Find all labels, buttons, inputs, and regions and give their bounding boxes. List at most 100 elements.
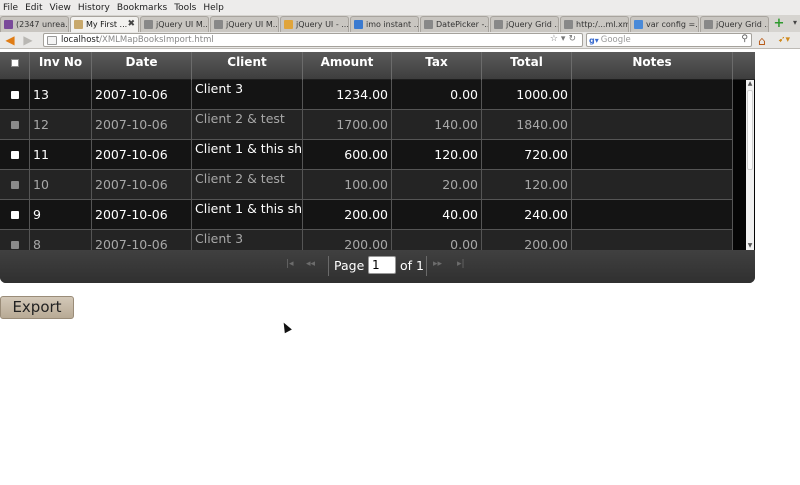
tab-list-icon[interactable]: ▾ (793, 18, 797, 27)
url-bar[interactable]: localhost/XMLMapBooksImport.html ☆▾↻ (43, 33, 583, 47)
browser-tab[interactable]: jQuery UI M... (210, 16, 279, 32)
page-number-input[interactable]: 1 (368, 256, 396, 274)
next-page-icon[interactable]: ▸▸ (433, 259, 442, 269)
cell-tax: 0.00 (392, 230, 482, 250)
column-header-client[interactable]: Client (192, 52, 303, 80)
column-header-notes[interactable]: Notes (572, 52, 733, 80)
cell-date: 2007-10-06 (92, 110, 192, 140)
scrollbar-thumb[interactable] (747, 90, 753, 170)
tab-label: jQuery UI - ... (296, 20, 349, 29)
browser-tab[interactable]: imo instant ... (350, 16, 419, 32)
cell-client: Client 2 & test (192, 110, 303, 140)
browser-tab[interactable]: jQuery UI M... (140, 16, 209, 32)
tab-strip: (2347 unrea... My First ... ✖ jQuery UI M… (0, 15, 800, 32)
cell-notes (572, 80, 733, 110)
scroll-down-icon[interactable]: ▼ (746, 242, 754, 250)
close-tab-icon[interactable]: ✖ (127, 19, 135, 29)
table-row[interactable]: 13 2007-10-06 Client 3 1234.00 0.00 1000… (0, 80, 733, 110)
grid-header: Inv No Date Client Amount Tax Total Note… (0, 52, 755, 80)
navigation-bar: ◀ ▶ localhost/XMLMapBooksImport.html ☆▾↻… (0, 32, 800, 49)
browser-tab[interactable]: jQuery Grid ... (700, 16, 769, 32)
column-header-tax[interactable]: Tax (392, 52, 482, 80)
table-row[interactable]: 12 2007-10-06 Client 2 & test 1700.00 14… (0, 110, 733, 140)
browser-tab[interactable]: jQuery Grid ... (490, 16, 559, 32)
cell-date: 2007-10-06 (92, 200, 192, 230)
first-page-icon[interactable]: |◂ (286, 259, 294, 269)
table-row[interactable]: 8 2007-10-06 Client 3 200.00 0.00 200.00 (0, 230, 733, 250)
mouse-cursor-icon (280, 320, 292, 334)
column-header-total[interactable]: Total (482, 52, 572, 80)
search-icon[interactable]: ⚲ (741, 34, 748, 44)
tab-label: var config =... (646, 20, 699, 29)
cell-amount: 200.00 (303, 230, 392, 250)
last-page-icon[interactable]: ▸| (457, 259, 465, 269)
pager-separator (328, 256, 329, 276)
cell-client: Client 1 & this shou (192, 200, 303, 230)
new-tab-icon[interactable]: + (772, 17, 786, 31)
tab-label: (2347 unrea... (16, 20, 69, 29)
cell-amount: 1700.00 (303, 110, 392, 140)
cell-date: 2007-10-06 (92, 80, 192, 110)
search-placeholder: Google (600, 35, 631, 45)
tab-label: imo instant ... (366, 20, 419, 29)
menu-history[interactable]: History (78, 3, 110, 13)
tab-favicon-icon (284, 20, 293, 29)
menu-bookmarks[interactable]: Bookmarks (117, 3, 167, 13)
menu-view[interactable]: View (50, 3, 71, 13)
scroll-up-icon[interactable]: ▲ (746, 80, 754, 88)
tab-favicon-icon (634, 20, 643, 29)
row-checkbox[interactable] (11, 91, 19, 99)
column-header-date[interactable]: Date (92, 52, 192, 80)
bookmark-star-icon[interactable]: ☆ (550, 34, 561, 44)
row-checkbox[interactable] (11, 211, 19, 219)
browser-tab-active[interactable]: My First ... ✖ (70, 16, 139, 32)
menu-tools[interactable]: Tools (174, 3, 196, 13)
browser-tab[interactable]: var config =... (630, 16, 699, 32)
grid-body: 13 2007-10-06 Client 3 1234.00 0.00 1000… (0, 80, 733, 250)
cell-client: Client 3 (192, 230, 303, 250)
table-row[interactable]: 10 2007-10-06 Client 2 & test 100.00 20.… (0, 170, 733, 200)
cell-date: 2007-10-06 (92, 230, 192, 250)
cell-inv-no: 11 (30, 140, 92, 170)
row-checkbox[interactable] (11, 241, 19, 249)
menu-bar: File Edit View History Bookmarks Tools H… (0, 0, 800, 15)
cell-client: Client 3 (192, 80, 303, 110)
menu-edit[interactable]: Edit (25, 3, 42, 13)
google-logo-icon[interactable]: g▾ (589, 36, 599, 45)
cell-total: 200.00 (482, 230, 572, 250)
tab-label: DatePicker -... (436, 20, 489, 29)
back-arrow-icon[interactable]: ◀ (1, 33, 19, 48)
row-select-cell (0, 110, 30, 140)
tab-favicon-icon (144, 20, 153, 29)
cell-amount: 1234.00 (303, 80, 392, 110)
reload-icon[interactable]: ↻ (568, 34, 579, 44)
table-row[interactable]: 9 2007-10-06 Client 1 & this shou 200.00… (0, 200, 733, 230)
row-checkbox[interactable] (11, 181, 19, 189)
cell-inv-no: 12 (30, 110, 92, 140)
table-row[interactable]: 11 2007-10-06 Client 1 & this shou 600.0… (0, 140, 733, 170)
cell-notes (572, 230, 733, 250)
row-checkbox[interactable] (11, 151, 19, 159)
cell-client: Client 1 & this shou (192, 140, 303, 170)
menu-help[interactable]: Help (203, 3, 224, 13)
forward-arrow-icon[interactable]: ▶ (19, 33, 37, 48)
browser-tab[interactable]: (2347 unrea... (0, 16, 69, 32)
row-checkbox[interactable] (11, 121, 19, 129)
search-bar[interactable]: g▾ Google ⚲ (586, 33, 752, 47)
browser-tab[interactable]: jQuery UI - ... (280, 16, 349, 32)
export-button[interactable]: Export (0, 296, 74, 319)
previous-page-icon[interactable]: ◂◂ (306, 259, 315, 269)
url-path: /XMLMapBooksImport.html (99, 35, 214, 45)
browser-tab[interactable]: http:/...ml.xml (560, 16, 629, 32)
column-header-inv-no[interactable]: Inv No (30, 52, 92, 80)
home-icon[interactable]: ⌂ (758, 34, 766, 48)
select-all-checkbox[interactable] (11, 59, 19, 67)
column-header-amount[interactable]: Amount (303, 52, 392, 80)
cell-notes (572, 110, 733, 140)
cell-total: 240.00 (482, 200, 572, 230)
site-identity-icon[interactable] (47, 35, 57, 45)
extension-icon[interactable]: ➹▾ (778, 35, 790, 45)
menu-file[interactable]: File (3, 3, 18, 13)
browser-tab[interactable]: DatePicker -... (420, 16, 489, 32)
cell-date: 2007-10-06 (92, 140, 192, 170)
